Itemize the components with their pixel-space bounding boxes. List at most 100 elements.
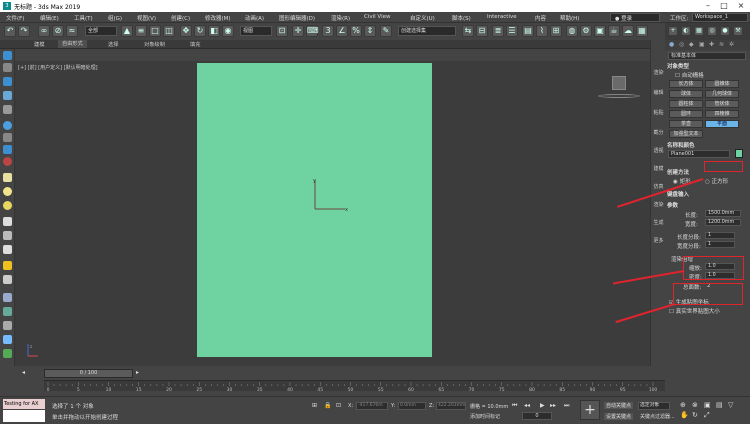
square-radio[interactable]: ○ 正方形 <box>705 177 728 185</box>
ribbon-tab-populate[interactable]: 填充 <box>190 41 200 48</box>
minimize-icon[interactable]: – <box>700 1 716 11</box>
create-panel-icon[interactable]: + <box>668 26 678 36</box>
menu-create[interactable]: 创建(C) <box>171 14 190 22</box>
workspace-dropdown[interactable]: Workspace_1 <box>692 13 748 22</box>
menu-view[interactable]: 视图(V) <box>137 14 156 22</box>
menu-content[interactable]: 内容 <box>535 14 546 22</box>
hierarchy-icon[interactable] <box>3 77 12 86</box>
hierarchy-panel-icon[interactable]: ▦ <box>694 26 704 36</box>
particle-icon[interactable] <box>3 321 12 330</box>
snaps-toggle-icon[interactable]: 3 <box>322 25 334 37</box>
motion-panel-icon[interactable]: ◎ <box>707 26 717 36</box>
sign-in-dropdown[interactable]: ● 登录 <box>610 13 660 22</box>
go-to-start-icon[interactable]: ⏮ <box>512 402 517 410</box>
sphere-icon[interactable] <box>3 121 12 130</box>
schematic-view-icon[interactable]: ⊞ <box>550 25 562 37</box>
selection-lock-icon[interactable]: 🔒 <box>324 402 331 409</box>
length-spinner[interactable]: 1500.0mm <box>705 210 741 217</box>
time-slider[interactable]: 0 / 100 <box>44 369 133 378</box>
align-icon[interactable]: ⊟ <box>476 25 488 37</box>
field-of-view-icon[interactable]: ▽ <box>728 401 733 409</box>
render-production-icon[interactable]: ☕ <box>608 25 620 37</box>
autogrid-checkbox[interactable]: ☐ 自动栅格 <box>675 71 704 79</box>
fluid-icon[interactable] <box>3 335 12 344</box>
modify-panel-icon[interactable]: ◐ <box>681 26 691 36</box>
set-key-icon[interactable]: + <box>580 400 600 420</box>
ribbon-tab-selection[interactable]: 选择 <box>108 41 118 48</box>
object-type-header[interactable]: 对象类型 <box>667 62 689 70</box>
torus-button[interactable]: 圆环 <box>669 110 703 118</box>
maximize-icon[interactable]: □ <box>716 1 732 11</box>
spline-icon[interactable] <box>3 275 12 284</box>
creation-method-header[interactable]: 创建方法 <box>667 168 689 176</box>
system-icon[interactable] <box>3 307 12 316</box>
shapes-icon[interactable]: ◎ <box>679 41 684 48</box>
object-name-input[interactable]: Plane001 <box>668 150 730 158</box>
side-tab-4[interactable]: 透视 <box>651 144 666 158</box>
menu-modifiers[interactable]: 修改器(M) <box>205 14 231 22</box>
modify-icon[interactable] <box>3 63 12 72</box>
motion-icon[interactable] <box>3 91 12 100</box>
spinner-snap-icon[interactable]: ⇕ <box>364 25 376 37</box>
auto-key-button[interactable]: 自动关键点 <box>604 402 634 409</box>
isolate-icon[interactable]: ⊞ <box>312 402 317 409</box>
lights-icon[interactable]: ◆ <box>689 41 694 48</box>
side-tab-3[interactable]: 截分 <box>651 126 666 140</box>
width-segs-spinner[interactable]: 1 <box>705 241 735 248</box>
layer-explorer-icon[interactable]: ☰ <box>506 25 518 37</box>
angle-snap-icon[interactable]: ∠ <box>336 25 348 37</box>
cameras-icon[interactable]: ▣ <box>699 41 705 48</box>
length-segs-spinner[interactable]: 1 <box>705 232 735 239</box>
geometry-icon[interactable]: ● <box>669 41 674 48</box>
curve-editor-icon[interactable]: ⌇ <box>536 25 548 37</box>
selection-set-dropdown[interactable]: 选定对象 <box>638 402 670 410</box>
side-tab-9[interactable]: 更多 <box>651 234 666 248</box>
add-time-tag[interactable]: 添加时间标记 <box>470 413 500 420</box>
play-icon[interactable]: ▶ <box>540 402 545 409</box>
spacewarps-icon[interactable]: ≋ <box>719 41 724 48</box>
close-icon[interactable]: × <box>733 1 749 11</box>
bind-space-warp-icon[interactable]: ≈ <box>66 25 78 37</box>
rotate-icon[interactable]: ↻ <box>194 25 206 37</box>
render-online-icon[interactable]: ☁ <box>622 25 634 37</box>
select-manipulate-icon[interactable]: ✛ <box>292 25 304 37</box>
unlink-icon[interactable]: ⊘ <box>52 25 64 37</box>
maxscript-listener-output[interactable]: Testing for AX <box>3 399 45 409</box>
menu-customize[interactable]: 自定义(U) <box>410 14 435 22</box>
display-panel-icon[interactable]: ● <box>720 26 730 36</box>
render-setup-icon[interactable]: ⚙ <box>580 25 592 37</box>
tube-button[interactable]: 管状体 <box>705 100 739 108</box>
rendered-frame-window-icon[interactable]: ▣ <box>594 25 606 37</box>
pyramid-button[interactable]: 四棱锥 <box>705 110 739 118</box>
tube-icon[interactable] <box>3 245 12 254</box>
y-coordinate-field[interactable]: 0.0mm <box>398 402 426 410</box>
menu-civil-view[interactable]: Civil View <box>364 14 390 20</box>
side-tab-7[interactable]: 渲染 <box>651 198 666 212</box>
zoom-icon[interactable]: ⊕ <box>680 401 686 409</box>
plane-button[interactable]: 平面 <box>705 120 739 128</box>
cone-icon[interactable] <box>3 231 12 240</box>
transform-gizmo[interactable]: y x <box>311 178 351 216</box>
menu-animation[interactable]: 动画(A) <box>245 14 264 22</box>
selection-filter-dropdown[interactable]: 全部 <box>85 26 117 36</box>
keyboard-shortcut-icon[interactable]: ⌨ <box>306 25 319 37</box>
foliage-icon[interactable] <box>3 349 12 358</box>
textplus-button[interactable]: 加强型文本 <box>669 130 703 138</box>
teapot-icon[interactable] <box>3 187 12 196</box>
menu-file[interactable]: 文件(F) <box>6 14 24 22</box>
zoom-all-icon[interactable]: ⊗ <box>692 401 698 409</box>
menu-group[interactable]: 组(G) <box>108 14 122 22</box>
keyboard-entry-header[interactable]: 键盘输入 <box>667 190 689 198</box>
menu-graph-editors[interactable]: 图形编辑器(D) <box>279 14 315 22</box>
material-editor-icon[interactable]: ◍ <box>566 25 578 37</box>
mirror-icon[interactable]: ⇆ <box>462 25 474 37</box>
move-icon[interactable]: ✥ <box>180 25 192 37</box>
prev-key-icon[interactable]: ◂◂ <box>524 402 530 409</box>
menu-rendering[interactable]: 渲染(R) <box>331 14 350 22</box>
percent-snap-icon[interactable]: % <box>350 25 362 37</box>
toggle-ribbon-icon[interactable]: ▤ <box>522 25 534 37</box>
menu-edit[interactable]: 编辑(E) <box>40 14 59 22</box>
maximize-viewport-icon[interactable]: ⤢ <box>704 411 710 420</box>
reference-coord-dropdown[interactable]: 视图 <box>240 26 272 36</box>
ribbon-tab-freeform[interactable]: 自由形式 <box>58 40 87 48</box>
